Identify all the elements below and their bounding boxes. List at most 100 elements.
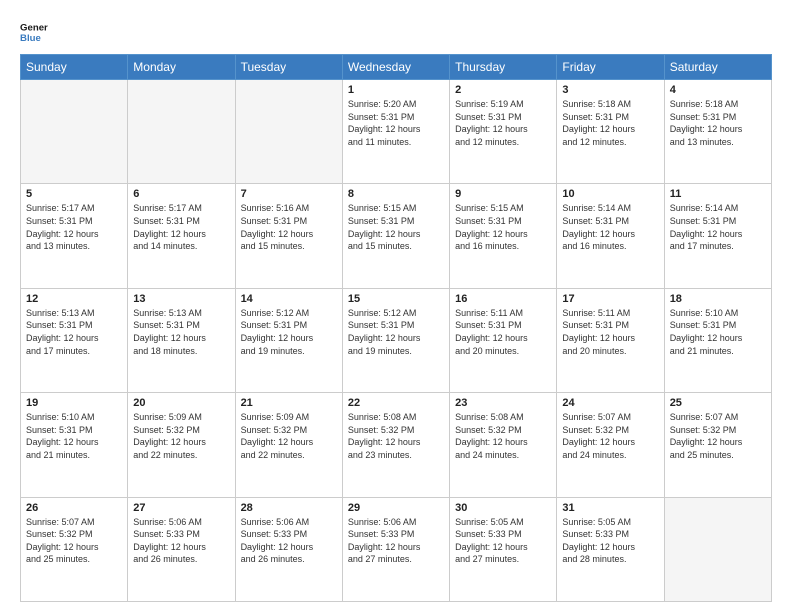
day-number: 20 [133, 397, 229, 409]
calendar-cell: 27 Sunrise: 5:06 AM Sunset: 5:33 PM Dayli… [128, 497, 235, 601]
calendar-cell: 23 Sunrise: 5:08 AM Sunset: 5:32 PM Dayli… [450, 393, 557, 497]
day-number: 4 [670, 84, 766, 96]
day-info: Sunrise: 5:15 AM Sunset: 5:31 PM Dayligh… [455, 202, 551, 252]
calendar-cell: 10 Sunrise: 5:14 AM Sunset: 5:31 PM Dayli… [557, 184, 664, 288]
calendar-cell: 19 Sunrise: 5:10 AM Sunset: 5:31 PM Dayli… [21, 393, 128, 497]
calendar-table: SundayMondayTuesdayWednesdayThursdayFrid… [20, 54, 772, 602]
calendar-cell [21, 80, 128, 184]
calendar-cell: 18Sunrise: 5:10 AM Sunset: 5:31 PM Dayli… [664, 288, 771, 392]
day-number: 8 [348, 188, 444, 200]
day-info: Sunrise: 5:18 AM Sunset: 5:31 PM Dayligh… [670, 98, 766, 148]
day-number: 12 [26, 293, 122, 305]
calendar-cell: 1 Sunrise: 5:20 AM Sunset: 5:31 PM Daylig… [342, 80, 449, 184]
calendar-cell: 12 Sunrise: 5:13 AM Sunset: 5:31 PM Dayli… [21, 288, 128, 392]
day-info: Sunrise: 5:09 AM Sunset: 5:32 PM Dayligh… [241, 411, 337, 461]
day-info: Sunrise: 5:14 AM Sunset: 5:31 PM Dayligh… [562, 202, 658, 252]
weekday-header: Saturday [664, 55, 771, 80]
day-info: Sunrise: 5:13 AM Sunset: 5:31 PM Dayligh… [133, 307, 229, 357]
calendar-cell: 5 Sunrise: 5:17 AM Sunset: 5:31 PM Daylig… [21, 184, 128, 288]
calendar-cell: 31Sunrise: 5:05 AM Sunset: 5:33 PM Dayli… [557, 497, 664, 601]
day-number: 1 [348, 84, 444, 96]
day-number: 19 [26, 397, 122, 409]
day-info: Sunrise: 5:20 AM Sunset: 5:31 PM Dayligh… [348, 98, 444, 148]
day-info: Sunrise: 5:07 AM Sunset: 5:32 PM Dayligh… [26, 516, 122, 566]
calendar-cell: 20 Sunrise: 5:09 AM Sunset: 5:32 PM Dayli… [128, 393, 235, 497]
day-number: 5 [26, 188, 122, 200]
day-number: 6 [133, 188, 229, 200]
day-number: 28 [241, 502, 337, 514]
calendar-cell: 17 Sunrise: 5:11 AM Sunset: 5:31 PM Dayli… [557, 288, 664, 392]
day-info: Sunrise: 5:11 AM Sunset: 5:31 PM Dayligh… [562, 307, 658, 357]
day-info: Sunrise: 5:17 AM Sunset: 5:31 PM Dayligh… [26, 202, 122, 252]
svg-text:General: General [20, 22, 48, 33]
page: General Blue SundayMondayTuesdayWednesda… [0, 0, 792, 612]
day-number: 30 [455, 502, 551, 514]
calendar-cell: 11 Sunrise: 5:14 AM Sunset: 5:31 PM Dayli… [664, 184, 771, 288]
day-info: Sunrise: 5:13 AM Sunset: 5:31 PM Dayligh… [26, 307, 122, 357]
day-number: 21 [241, 397, 337, 409]
calendar-cell [664, 497, 771, 601]
calendar-cell: 13 Sunrise: 5:13 AM Sunset: 5:31 PM Dayli… [128, 288, 235, 392]
day-info: Sunrise: 5:05 AM Sunset: 5:33 PM Dayligh… [562, 516, 658, 566]
calendar-cell: 16Sunrise: 5:11 AM Sunset: 5:31 PM Dayli… [450, 288, 557, 392]
day-info: Sunrise: 5:06 AM Sunset: 5:33 PM Dayligh… [241, 516, 337, 566]
day-info: Sunrise: 5:15 AM Sunset: 5:31 PM Dayligh… [348, 202, 444, 252]
header: General Blue [20, 18, 772, 46]
day-info: Sunrise: 5:09 AM Sunset: 5:32 PM Dayligh… [133, 411, 229, 461]
calendar-cell: 6 Sunrise: 5:17 AM Sunset: 5:31 PM Daylig… [128, 184, 235, 288]
day-number: 22 [348, 397, 444, 409]
day-info: Sunrise: 5:08 AM Sunset: 5:32 PM Dayligh… [348, 411, 444, 461]
day-info: Sunrise: 5:17 AM Sunset: 5:31 PM Dayligh… [133, 202, 229, 252]
day-number: 10 [562, 188, 658, 200]
day-number: 16 [455, 293, 551, 305]
calendar-cell: 28 Sunrise: 5:06 AM Sunset: 5:33 PM Dayli… [235, 497, 342, 601]
calendar-cell: 24Sunrise: 5:07 AM Sunset: 5:32 PM Dayli… [557, 393, 664, 497]
day-number: 17 [562, 293, 658, 305]
day-number: 25 [670, 397, 766, 409]
weekday-header: Monday [128, 55, 235, 80]
weekday-header: Thursday [450, 55, 557, 80]
day-info: Sunrise: 5:08 AM Sunset: 5:32 PM Dayligh… [455, 411, 551, 461]
calendar-cell: 14 Sunrise: 5:12 AM Sunset: 5:31 PM Dayli… [235, 288, 342, 392]
day-info: Sunrise: 5:06 AM Sunset: 5:33 PM Dayligh… [133, 516, 229, 566]
calendar-cell: 2Sunrise: 5:19 AM Sunset: 5:31 PM Daylig… [450, 80, 557, 184]
day-number: 3 [562, 84, 658, 96]
day-info: Sunrise: 5:14 AM Sunset: 5:31 PM Dayligh… [670, 202, 766, 252]
calendar-cell: 3 Sunrise: 5:18 AM Sunset: 5:31 PM Daylig… [557, 80, 664, 184]
day-number: 26 [26, 502, 122, 514]
calendar-cell: 30 Sunrise: 5:05 AM Sunset: 5:33 PM Dayli… [450, 497, 557, 601]
weekday-header: Wednesday [342, 55, 449, 80]
day-number: 23 [455, 397, 551, 409]
day-info: Sunrise: 5:12 AM Sunset: 5:31 PM Dayligh… [348, 307, 444, 357]
calendar-cell: 9 Sunrise: 5:15 AM Sunset: 5:31 PM Daylig… [450, 184, 557, 288]
day-info: Sunrise: 5:10 AM Sunset: 5:31 PM Dayligh… [26, 411, 122, 461]
calendar-cell: 25 Sunrise: 5:07 AM Sunset: 5:32 PM Dayli… [664, 393, 771, 497]
calendar-cell: 22 Sunrise: 5:08 AM Sunset: 5:32 PM Dayli… [342, 393, 449, 497]
calendar-cell: 7 Sunrise: 5:16 AM Sunset: 5:31 PM Daylig… [235, 184, 342, 288]
day-info: Sunrise: 5:18 AM Sunset: 5:31 PM Dayligh… [562, 98, 658, 148]
calendar-cell: 21 Sunrise: 5:09 AM Sunset: 5:32 PM Dayli… [235, 393, 342, 497]
day-number: 27 [133, 502, 229, 514]
calendar-cell: 15 Sunrise: 5:12 AM Sunset: 5:31 PM Dayli… [342, 288, 449, 392]
day-info: Sunrise: 5:12 AM Sunset: 5:31 PM Dayligh… [241, 307, 337, 357]
day-info: Sunrise: 5:06 AM Sunset: 5:33 PM Dayligh… [348, 516, 444, 566]
day-info: Sunrise: 5:16 AM Sunset: 5:31 PM Dayligh… [241, 202, 337, 252]
calendar-cell: 4 Sunrise: 5:18 AM Sunset: 5:31 PM Daylig… [664, 80, 771, 184]
calendar-cell: 29 Sunrise: 5:06 AM Sunset: 5:33 PM Dayli… [342, 497, 449, 601]
day-number: 29 [348, 502, 444, 514]
weekday-header: Sunday [21, 55, 128, 80]
day-number: 9 [455, 188, 551, 200]
day-number: 7 [241, 188, 337, 200]
day-info: Sunrise: 5:07 AM Sunset: 5:32 PM Dayligh… [670, 411, 766, 461]
day-number: 24 [562, 397, 658, 409]
day-number: 11 [670, 188, 766, 200]
weekday-header: Friday [557, 55, 664, 80]
logo: General Blue [20, 18, 48, 46]
day-number: 15 [348, 293, 444, 305]
day-info: Sunrise: 5:05 AM Sunset: 5:33 PM Dayligh… [455, 516, 551, 566]
logo-icon: General Blue [20, 18, 48, 46]
day-number: 14 [241, 293, 337, 305]
day-number: 13 [133, 293, 229, 305]
day-number: 18 [670, 293, 766, 305]
calendar-cell [128, 80, 235, 184]
